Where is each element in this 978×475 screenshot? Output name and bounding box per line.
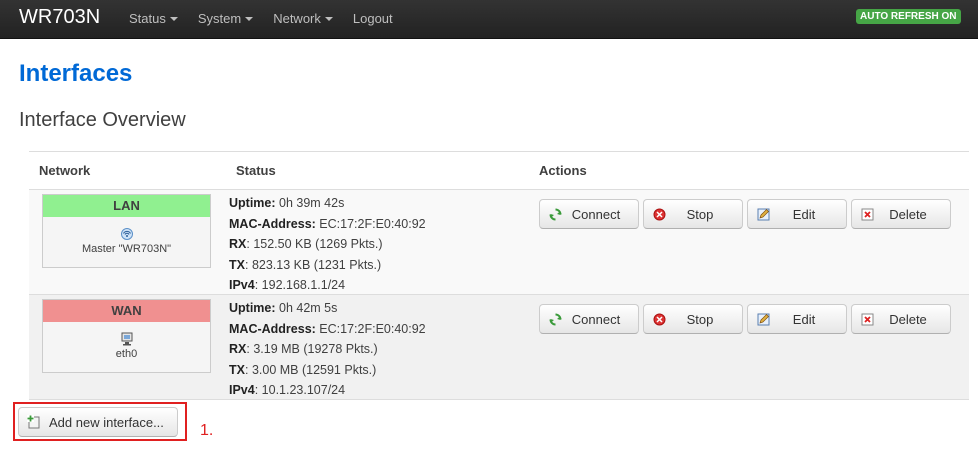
edit-icon	[757, 208, 770, 221]
stop-icon	[653, 208, 666, 221]
interface-device: Master "WR703N"	[81, 243, 172, 255]
main-menu: Status System Network Logout	[129, 11, 413, 26]
chevron-down-icon	[169, 17, 178, 21]
delete-icon	[861, 313, 874, 326]
menu-logout[interactable]: Logout	[353, 11, 393, 26]
add-interface-button[interactable]: Add new interface...	[18, 407, 178, 437]
delete-label: Delete	[889, 206, 927, 222]
brand-title[interactable]: WR703N	[19, 6, 100, 29]
stop-button[interactable]: Stop	[643, 199, 743, 229]
section-title: Interface Overview	[19, 109, 186, 131]
chevron-down-icon	[245, 17, 254, 21]
table-header: Network Status Actions	[29, 151, 969, 190]
table-row-lan: LAN Master "WR703N" Uptime: 0h 39m 42s M…	[29, 190, 969, 295]
rx-label: RX	[229, 342, 247, 356]
tx-value: 823.13 KB (1231 Pkts.)	[251, 257, 382, 272]
mac-label: MAC-Address:	[229, 216, 316, 231]
edit-label: Edit	[792, 311, 816, 327]
menu-status-label: Status	[129, 11, 166, 26]
stop-button[interactable]: Stop	[643, 304, 743, 334]
ipv4-value: 192.168.1.1/24	[261, 278, 346, 292]
mac-value: EC:17:2F:E0:40:92	[319, 321, 426, 336]
tx-label: TX	[229, 257, 245, 272]
delete-button[interactable]: Delete	[851, 304, 951, 334]
menu-system-label: System	[197, 11, 242, 26]
uptime-label: Uptime:	[229, 301, 276, 315]
interface-badge-lan: LAN Master "WR703N"	[42, 194, 211, 268]
refresh-icon	[549, 313, 562, 326]
wifi-icon	[120, 228, 133, 240]
connect-button[interactable]: Connect	[539, 304, 639, 334]
step-annotation: 1.	[200, 422, 214, 439]
edit-icon	[757, 313, 770, 326]
add-document-icon	[27, 415, 40, 429]
menu-network-label: Network	[273, 11, 321, 26]
table-row-wan: WAN eth0 Uptime: 0h 42m 5s MAC-Address: …	[29, 295, 969, 400]
edit-label: Edit	[792, 206, 816, 222]
delete-button[interactable]: Delete	[851, 199, 951, 229]
stop-icon	[653, 313, 666, 326]
uptime-value: 0h 39m 42s	[279, 196, 345, 210]
tx-value: 3.00 MB (12591 Pkts.)	[251, 362, 377, 377]
refresh-icon	[549, 208, 562, 221]
rx-label: RX	[229, 237, 247, 251]
header-actions: Actions	[539, 163, 587, 178]
ethernet-icon	[121, 332, 132, 346]
edit-button[interactable]: Edit	[747, 199, 847, 229]
auto-refresh-badge[interactable]: AUTO REFRESH ON	[856, 9, 961, 24]
stop-label: Stop	[686, 311, 714, 327]
uptime-label: Uptime:	[229, 196, 276, 210]
delete-label: Delete	[889, 311, 927, 327]
menu-logout-label: Logout	[352, 11, 393, 26]
interface-device: eth0	[115, 348, 138, 360]
ipv4-label: IPv4	[229, 383, 255, 397]
header-network: Network	[39, 163, 91, 178]
connect-label: Connect	[571, 311, 621, 327]
page-title: Interfaces	[19, 60, 133, 87]
stop-label: Stop	[686, 206, 714, 222]
rx-value: 152.50 KB (1269 Pkts.)	[253, 237, 383, 251]
chevron-down-icon	[324, 17, 333, 21]
rx-value: 3.19 MB (19278 Pkts.)	[253, 342, 378, 356]
interface-name: WAN	[43, 300, 210, 322]
header-status: Status	[236, 163, 276, 178]
add-interface-label: Add new interface...	[49, 415, 164, 430]
menu-system[interactable]: System	[197, 11, 254, 26]
connect-button[interactable]: Connect	[539, 199, 639, 229]
interface-status: Uptime: 0h 39m 42s MAC-Address: EC:17:2F…	[229, 196, 426, 292]
top-navbar: WR703N Status System Network Logout AUTO…	[0, 0, 978, 39]
mac-label: MAC-Address:	[229, 321, 316, 336]
delete-icon	[861, 208, 874, 221]
ipv4-label: IPv4	[229, 278, 255, 292]
ipv4-value: 10.1.23.107/24	[261, 383, 346, 397]
menu-network[interactable]: Network	[273, 11, 333, 26]
tx-label: TX	[229, 362, 245, 377]
uptime-value: 0h 42m 5s	[279, 301, 338, 315]
connect-label: Connect	[571, 206, 621, 222]
interface-badge-wan: WAN eth0	[42, 299, 211, 373]
mac-value: EC:17:2F:E0:40:92	[319, 216, 426, 231]
interface-table: Network Status Actions LAN Master "WR703…	[29, 151, 969, 400]
interface-status: Uptime: 0h 42m 5s MAC-Address: EC:17:2F:…	[229, 301, 426, 397]
interface-name: LAN	[43, 195, 210, 217]
edit-button[interactable]: Edit	[747, 304, 847, 334]
menu-status[interactable]: Status	[129, 11, 178, 26]
